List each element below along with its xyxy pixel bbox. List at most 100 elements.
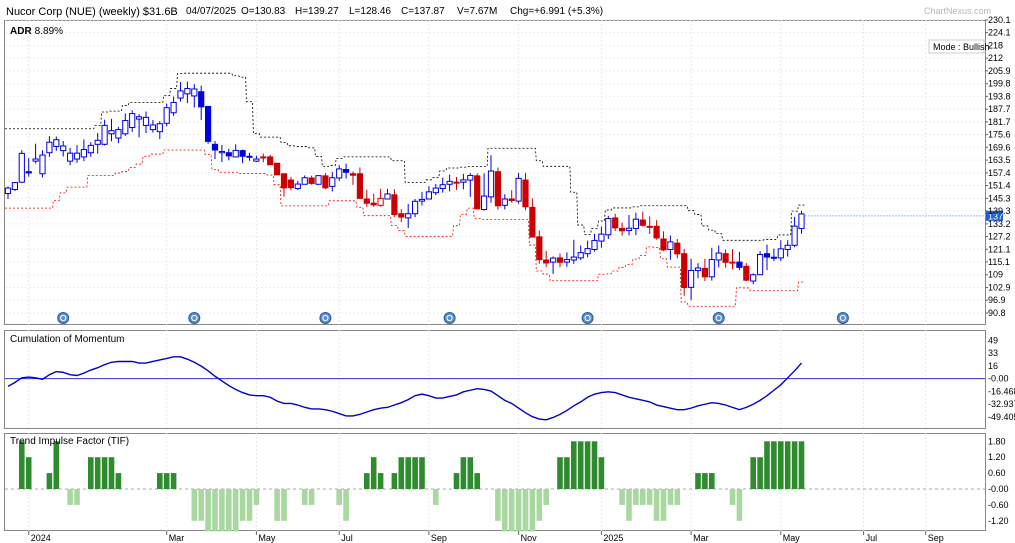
tif-tick-label: 1.20 — [988, 452, 1006, 462]
price-tick-label: 139.3 — [988, 206, 1011, 216]
tif-title: Trend Impulse Factor (TIF) — [10, 436, 129, 447]
x-tick-label: Mar — [693, 533, 709, 543]
candle-body — [501, 198, 508, 206]
candle-body — [474, 175, 481, 210]
candle-body — [736, 261, 743, 268]
price-tick-label: 133.2 — [988, 219, 1011, 229]
candle-body — [122, 120, 129, 135]
dividend-icon[interactable] — [443, 312, 456, 324]
price-tick-label: 90.8 — [988, 308, 1006, 318]
candle-body — [253, 158, 260, 162]
tif-bar-negative — [674, 489, 681, 505]
tif-bar-positive — [757, 457, 763, 489]
quote-volume: V=7.67M — [457, 6, 497, 17]
candle-body — [729, 261, 736, 264]
x-tick-label: 2024 — [31, 533, 51, 543]
dividend-icon[interactable] — [581, 312, 594, 324]
tif-bar-positive — [598, 457, 605, 489]
tif-bar-positive — [702, 473, 708, 489]
dividend-icon[interactable] — [712, 312, 725, 324]
candle-body — [612, 217, 619, 229]
candle-body — [722, 253, 729, 263]
tif-bar-negative — [653, 489, 660, 521]
candle-body — [184, 88, 191, 95]
candle-body — [205, 105, 212, 142]
tif-bar-positive — [584, 441, 591, 489]
tif-bar-negative — [191, 489, 198, 521]
candle-body — [384, 193, 391, 200]
candle-body — [681, 253, 688, 289]
tif-bar-negative — [660, 489, 667, 521]
tif-bar-negative — [336, 489, 342, 505]
candle-body — [225, 152, 232, 157]
candle-body — [798, 213, 805, 229]
candle-body — [577, 252, 584, 259]
candle-body — [294, 183, 301, 189]
candle-body — [322, 175, 329, 189]
candle-body — [356, 173, 363, 199]
candle-body — [570, 256, 577, 261]
tif-bar-positive — [798, 441, 805, 489]
adr-name: ADR — [10, 26, 32, 37]
candle-body — [260, 156, 267, 159]
tif-bar-positive — [784, 441, 791, 489]
price-tick-label: 218 — [988, 40, 1003, 50]
candle-body — [529, 206, 536, 238]
candle-body — [632, 218, 639, 229]
candle-body — [398, 213, 405, 218]
candle-body — [563, 259, 570, 263]
candle-body — [418, 198, 426, 202]
x-tick-label: Mar — [169, 533, 185, 543]
x-tick-label: Nov — [521, 533, 538, 543]
x-tick-label: 2025 — [603, 533, 623, 543]
quote-open: O=130.83 — [241, 6, 286, 17]
candle-body — [715, 252, 722, 261]
candle-body — [708, 259, 715, 278]
stock-chart: Nucor Corp (NUE) (weekly) $31.6B 04/07/2… — [4, 6, 1015, 543]
price-tick-label: 109 — [988, 270, 1003, 280]
dividend-icon[interactable] — [57, 312, 70, 324]
candle-body — [129, 113, 136, 128]
tif-bar-negative — [281, 489, 287, 521]
tif-bar-negative — [253, 489, 260, 505]
candle-body — [646, 225, 653, 228]
tif-bar-positive — [557, 457, 563, 489]
candle-body — [301, 177, 308, 185]
tif-bar-negative — [246, 489, 253, 521]
tif-bar-negative — [633, 489, 639, 505]
momentum-tick-label: 33 — [988, 348, 998, 358]
momentum-tick-label: -0.00 — [988, 374, 1009, 384]
momentum-panel — [4, 330, 986, 429]
candle-body — [377, 197, 384, 206]
tif-bar-negative — [626, 489, 632, 521]
candle-body — [4, 187, 12, 195]
tif-bar-negative — [301, 489, 308, 505]
candle-body — [80, 149, 88, 158]
candle-body — [267, 156, 274, 166]
candle-body — [660, 238, 667, 251]
price-tick-label: 199.8 — [988, 79, 1011, 89]
candle-body — [619, 227, 626, 232]
tif-bar-negative — [239, 489, 246, 521]
candle-body — [515, 177, 522, 202]
candle-body — [211, 143, 219, 151]
tif-bar-positive — [25, 457, 32, 489]
candle-body — [784, 244, 791, 250]
tif-bar-positive — [460, 457, 467, 489]
dividend-icon[interactable] — [188, 312, 201, 324]
tif-bar-negative — [495, 489, 501, 521]
dividend-icon[interactable] — [836, 312, 849, 324]
candle-body — [39, 154, 46, 175]
dividend-icon[interactable] — [319, 312, 332, 324]
candle-body — [591, 239, 598, 250]
tif-bar-positive — [88, 457, 94, 489]
candle-body — [163, 107, 170, 124]
candle-body — [467, 174, 474, 181]
tif-bar-positive — [419, 457, 425, 489]
candle-body — [363, 198, 370, 204]
candle-body — [453, 181, 460, 184]
candle-body — [584, 248, 591, 255]
watermark: ChartNexus.com — [924, 6, 991, 16]
tif-bar-positive — [108, 457, 115, 489]
price-tick-label: 157.4 — [988, 168, 1011, 178]
